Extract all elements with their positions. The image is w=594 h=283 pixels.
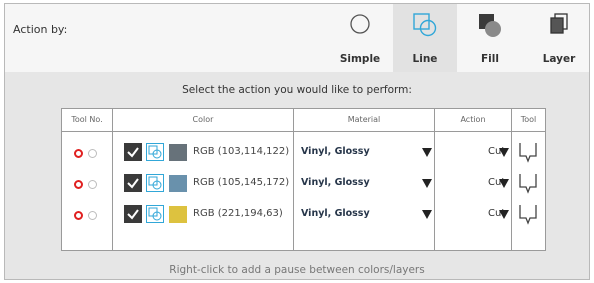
mode-line-button[interactable]: Line: [393, 4, 457, 72]
color-enable-checkbox[interactable]: [124, 174, 142, 192]
action-table: Tool No. Color Material Action Tool RGB …: [61, 108, 546, 251]
blade-holder-icon: [519, 174, 537, 194]
mode-fill-button[interactable]: Fill: [458, 4, 522, 72]
cut-line-icon[interactable]: [146, 174, 164, 192]
dropdown-arrow-icon[interactable]: [499, 179, 509, 188]
fill-shapes-icon: [479, 14, 501, 37]
checkmark-icon: [127, 147, 139, 158]
mode-layer-button[interactable]: Layer: [528, 4, 590, 72]
tool-2-radio[interactable]: [88, 149, 97, 158]
material-dropdown[interactable]: Vinyl, Glossy: [301, 177, 370, 188]
cut-line-icon[interactable]: [146, 205, 164, 223]
dropdown-arrow-icon[interactable]: [422, 148, 432, 157]
line-shapes-icon: [413, 13, 437, 37]
tool-2-radio[interactable]: [88, 180, 97, 189]
circle-outline-icon: [350, 14, 370, 34]
tool-1-radio[interactable]: [74, 180, 83, 189]
color-rgb-value: RGB (221,194,63): [193, 208, 283, 219]
mode-layer-label: Layer: [542, 53, 576, 65]
line-shapes-icon: [148, 176, 162, 190]
color-swatch: [169, 144, 187, 161]
color-swatch: [169, 175, 187, 192]
mode-fill-label: Fill: [481, 53, 499, 65]
tool-2-radio[interactable]: [88, 211, 97, 220]
table-row: RGB (221,194,63) Vinyl, Glossy Cut: [62, 200, 545, 230]
material-dropdown[interactable]: Vinyl, Glossy: [301, 146, 370, 157]
action-by-label: Action by:: [13, 23, 68, 36]
color-swatch: [169, 206, 187, 223]
header-material: Material: [347, 115, 381, 124]
table-row: RGB (103,114,122) Vinyl, Glossy Cut: [62, 138, 545, 168]
color-enable-checkbox[interactable]: [124, 205, 142, 223]
pause-hint-text: Right-click to add a pause between color…: [169, 264, 425, 276]
tool-1-radio[interactable]: [74, 149, 83, 158]
table-row: RGB (105,145,172) Vinyl, Glossy Cut: [62, 169, 545, 199]
layer-squares-icon: [550, 13, 568, 34]
color-rgb-value: RGB (103,114,122): [193, 146, 290, 157]
header-tool: Tool: [520, 115, 537, 124]
cut-settings-panel: Action by: Simple Line Fill Layer Select…: [4, 3, 590, 280]
color-rgb-value: RGB (105,145,172): [193, 177, 290, 188]
blade-holder-icon: [519, 205, 537, 225]
header-action: Action: [460, 115, 486, 124]
cut-line-icon[interactable]: [146, 143, 164, 161]
line-shapes-icon: [148, 145, 162, 159]
dropdown-arrow-icon[interactable]: [499, 210, 509, 219]
tool-1-radio[interactable]: [74, 211, 83, 220]
mode-simple-label: Simple: [339, 53, 381, 65]
checkmark-icon: [127, 178, 139, 189]
dropdown-arrow-icon[interactable]: [499, 148, 509, 157]
dropdown-arrow-icon[interactable]: [422, 210, 432, 219]
header-color: Color: [192, 115, 214, 124]
header-divider: [62, 131, 545, 132]
header-tool-no: Tool No.: [71, 115, 103, 124]
line-shapes-icon: [148, 207, 162, 221]
blade-holder-icon: [519, 143, 537, 163]
mode-line-label: Line: [412, 53, 438, 65]
mode-simple-button[interactable]: Simple: [328, 4, 392, 72]
dropdown-arrow-icon[interactable]: [422, 179, 432, 188]
material-dropdown[interactable]: Vinyl, Glossy: [301, 208, 370, 219]
instruction-text: Select the action you would like to perf…: [182, 84, 412, 96]
color-enable-checkbox[interactable]: [124, 143, 142, 161]
checkmark-icon: [127, 209, 139, 220]
action-by-toolbar: Action by: Simple Line Fill Layer: [5, 4, 589, 72]
